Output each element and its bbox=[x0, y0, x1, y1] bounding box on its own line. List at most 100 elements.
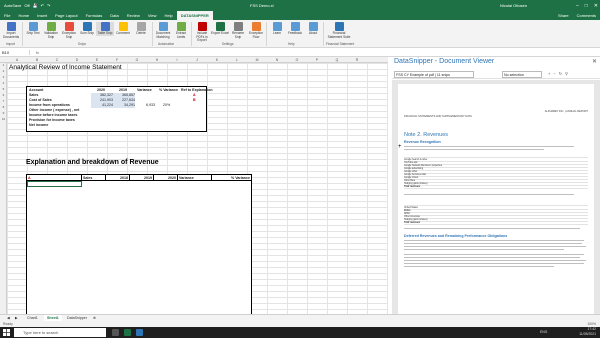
docviewer-header: DataSnipper - Document Viewer ✕ bbox=[392, 57, 600, 70]
tab-insert[interactable]: Insert bbox=[33, 11, 51, 20]
row-label[interactable]: Income before income taxes bbox=[29, 113, 77, 118]
task-view-icon[interactable] bbox=[112, 329, 119, 336]
header-2019[interactable]: 2019 bbox=[130, 175, 154, 181]
header-2020[interactable]: 2020 bbox=[97, 88, 105, 93]
comments-button[interactable]: Comments bbox=[577, 13, 596, 18]
fx-icon[interactable]: fx bbox=[30, 50, 39, 55]
export-excel-button[interactable]: Export Excel bbox=[211, 22, 229, 36]
value-pct[interactable]: 20% bbox=[163, 103, 170, 108]
row-label[interactable]: Cost of Sales bbox=[29, 98, 52, 103]
app-taskbar-icon[interactable] bbox=[136, 329, 143, 336]
header-2020[interactable]: 2020 bbox=[154, 175, 178, 181]
financial-statement-suite-button[interactable]: Financial Statement Suite bbox=[326, 22, 352, 39]
tab-home[interactable]: Home bbox=[14, 11, 33, 20]
tab-formulas[interactable]: Formulas bbox=[82, 11, 107, 20]
extract-limits-button[interactable]: Extract Limits bbox=[172, 22, 190, 39]
header-pct-variance[interactable]: % Variance bbox=[159, 88, 178, 93]
tab-review[interactable]: Review bbox=[123, 11, 144, 20]
header-account[interactable]: Account bbox=[29, 88, 43, 93]
tab-page-layout[interactable]: Page Layout bbox=[51, 11, 81, 20]
row-number[interactable]: 1 bbox=[0, 63, 7, 67]
row-number[interactable]: 7 bbox=[0, 99, 7, 103]
undo-icon[interactable]: ↶ bbox=[41, 3, 44, 8]
sheet-title[interactable]: Analytical Review of Income Statement bbox=[9, 64, 122, 71]
validation-snip-button[interactable]: Validation Snip bbox=[42, 22, 60, 39]
document-matching-button[interactable]: Document Matching bbox=[154, 22, 172, 39]
include-pdfs-button[interactable]: Include PDFs in Export bbox=[193, 22, 211, 43]
sum-snip-button[interactable]: Sum Snip bbox=[78, 22, 96, 36]
autosave-label[interactable]: AutoSave bbox=[4, 3, 21, 8]
import-documents-button[interactable]: Import Documents bbox=[2, 22, 20, 39]
taskbar-search[interactable]: Type here to search bbox=[14, 328, 106, 337]
row-label[interactable]: Other income ( expense) , net bbox=[29, 108, 79, 113]
row-number[interactable]: 6 bbox=[0, 93, 7, 97]
row-label[interactable]: Net income bbox=[29, 123, 48, 128]
exception-flow-button[interactable]: Exception Flow bbox=[247, 22, 265, 39]
document-canvas[interactable]: ALPHABET INC. | ANNUAL REPORT FINANCIAL … bbox=[392, 80, 600, 314]
value-2020[interactable]: 382,327 bbox=[91, 93, 113, 98]
row-number[interactable]: 8 bbox=[0, 105, 7, 109]
row-number[interactable]: 3 bbox=[0, 75, 7, 79]
language-indicator[interactable]: ENG bbox=[540, 327, 547, 338]
excel-taskbar-icon[interactable] bbox=[124, 329, 131, 336]
selection-dropdown[interactable]: No selection bbox=[502, 71, 542, 78]
share-button[interactable]: Share bbox=[558, 13, 569, 18]
redo-icon[interactable]: ↷ bbox=[47, 3, 50, 8]
ref-a[interactable]: A bbox=[193, 93, 196, 98]
header-variance[interactable]: Variance bbox=[137, 88, 152, 93]
header-pct-variance[interactable]: % Variance bbox=[212, 175, 251, 181]
statement-icon bbox=[334, 22, 344, 31]
feedback-button[interactable]: Feedback bbox=[286, 22, 304, 36]
close-icon[interactable]: ✕ bbox=[594, 3, 598, 9]
autosave-toggle[interactable]: Off bbox=[24, 3, 29, 8]
document-select[interactable]: FSS CY Example of pdf | 11 snips bbox=[394, 71, 474, 78]
tab-help[interactable]: Help bbox=[160, 11, 176, 20]
search-icon[interactable]: ⚲ bbox=[565, 71, 571, 76]
rename-snip-button[interactable]: Rename Snip bbox=[229, 22, 247, 39]
text-line bbox=[404, 249, 564, 251]
system-clock[interactable]: 17:42 11/05/2021 bbox=[579, 327, 596, 337]
exception-snip-button[interactable]: Exception Snip bbox=[60, 22, 78, 39]
user-name[interactable]: Nicolai Ottosen bbox=[500, 3, 527, 8]
table-snip-button[interactable]: Table Snip bbox=[96, 22, 114, 36]
row-label[interactable]: Provision for income taxes bbox=[29, 118, 75, 123]
row-number[interactable]: 9 bbox=[0, 111, 7, 115]
row-label[interactable]: Income from operations bbox=[29, 103, 70, 108]
row-number[interactable]: 10 bbox=[0, 117, 7, 121]
value-2019[interactable]: 34,291 bbox=[113, 103, 135, 108]
row-number[interactable]: 5 bbox=[0, 87, 7, 91]
row-number[interactable]: 2 bbox=[0, 69, 7, 73]
ref-b[interactable]: B bbox=[193, 98, 196, 103]
windows-start-icon[interactable] bbox=[3, 329, 10, 336]
text-line bbox=[404, 228, 580, 230]
minimize-icon[interactable]: – bbox=[576, 3, 579, 9]
tab-data[interactable]: Data bbox=[106, 11, 122, 20]
delete-button[interactable]: Delete bbox=[132, 22, 150, 36]
header-sales[interactable]: Sales bbox=[82, 175, 106, 181]
row-number[interactable]: 4 bbox=[0, 81, 7, 85]
selected-cell[interactable] bbox=[27, 181, 82, 187]
restore-icon[interactable]: □ bbox=[585, 3, 588, 9]
value-2019[interactable]: 365,857 bbox=[113, 93, 135, 98]
value-variance[interactable]: 6,933 bbox=[137, 103, 155, 108]
tab-file[interactable]: File bbox=[0, 11, 14, 20]
worksheet-grid[interactable]: Analytical Review of Income Statement Ac… bbox=[7, 63, 388, 314]
value-2020[interactable]: 41,224 bbox=[91, 103, 113, 108]
about-button[interactable]: About bbox=[304, 22, 322, 36]
snip-text-button[interactable]: Snip Text bbox=[24, 22, 42, 36]
save-icon[interactable]: 💾 bbox=[33, 3, 38, 8]
value-2020[interactable]: 241,903 bbox=[91, 98, 113, 103]
value-2019[interactable]: 227,634 bbox=[113, 98, 135, 103]
header-variance[interactable]: Variance bbox=[178, 175, 212, 181]
comment-button[interactable]: Comment bbox=[114, 22, 132, 36]
close-icon[interactable]: ✕ bbox=[592, 58, 597, 65]
header-ref[interactable]: Ref to Explanation bbox=[181, 88, 213, 93]
section-title[interactable]: Explanation and breakdown of Revenue bbox=[26, 159, 159, 166]
tab-datasnipper[interactable]: DATASNIPPER bbox=[176, 11, 213, 20]
learn-button[interactable]: Learn bbox=[268, 22, 286, 36]
name-box[interactable]: B10 bbox=[0, 50, 30, 55]
header-2018[interactable]: 2018 bbox=[106, 175, 130, 181]
tab-view[interactable]: View bbox=[144, 11, 161, 20]
header-2019[interactable]: 2019 bbox=[119, 88, 127, 93]
row-label[interactable]: Sales bbox=[29, 93, 38, 98]
